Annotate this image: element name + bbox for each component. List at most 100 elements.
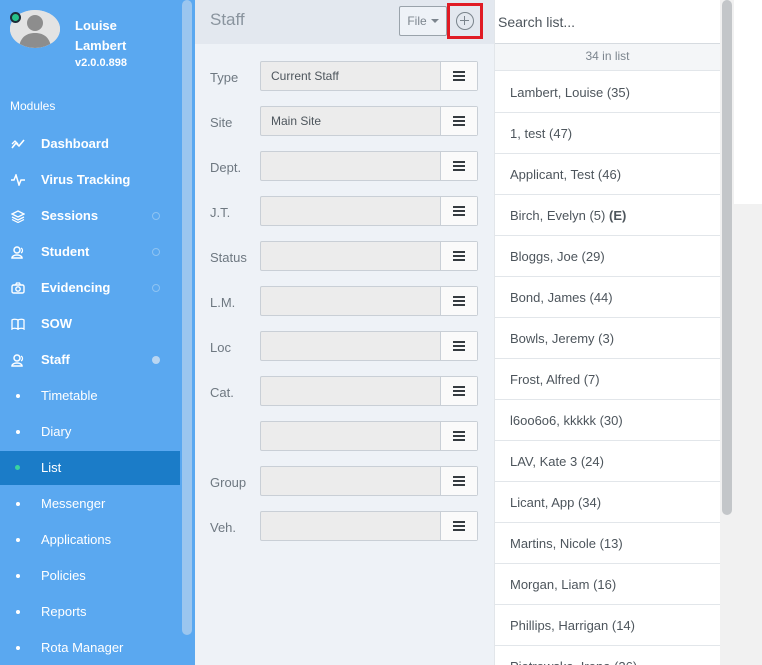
sidebar-scrollbar-thumb[interactable] (182, 0, 192, 635)
filter-select[interactable] (260, 376, 478, 406)
list-item-name: l6oo6o6, kkkkk (30) (510, 413, 623, 428)
list-item[interactable]: Lambert, Louise (35) (495, 72, 720, 113)
sidebar-subitem-timetable[interactable]: Timetable (0, 379, 180, 413)
add-staff-button[interactable] (447, 3, 483, 39)
filter-options-button[interactable] (440, 242, 477, 270)
list-scrollbar-thumb[interactable] (722, 0, 732, 515)
list-item-text: Bowls, Jeremy (3) (510, 331, 614, 346)
file-menu-button[interactable]: File (399, 6, 447, 36)
list-item-name: Phillips, Harrigan (14) (510, 618, 635, 633)
bullet-icon (16, 394, 20, 398)
list-item-text: Piotrowska, Irena (26) (510, 659, 637, 665)
list-item[interactable]: Licant, App (34) (495, 482, 720, 523)
list-item[interactable]: 1, test (47) (495, 113, 720, 154)
list-item-text: Frost, Alfred (7) (510, 372, 600, 387)
filter-options-button[interactable] (440, 332, 477, 360)
list-item[interactable]: LAV, Kate 3 (24) (495, 441, 720, 482)
filter-select[interactable] (260, 331, 478, 361)
list-item-name: Morgan, Liam (16) (510, 577, 617, 592)
filter-select[interactable] (260, 511, 478, 541)
list-item-text: Lambert, Louise (35) (510, 85, 630, 100)
list-item[interactable]: Bond, James (44) (495, 277, 720, 318)
filter-options-button[interactable] (440, 62, 477, 90)
sidebar-item-label: SOW (41, 316, 73, 331)
chart-line-icon (11, 137, 25, 151)
sidebar-subitem-applications[interactable]: Applications (0, 523, 180, 557)
list-item[interactable]: Morgan, Liam (16) (495, 564, 720, 605)
list-item[interactable]: l6oo6o6, kkkkk (30) (495, 400, 720, 441)
list-item[interactable]: Bloggs, Joe (29) (495, 236, 720, 277)
list-item[interactable]: Frost, Alfred (7) (495, 359, 720, 400)
sidebar-item-staff[interactable]: Staff (0, 343, 180, 377)
list-item[interactable]: Birch, Evelyn (5) (E) (495, 195, 720, 236)
filter-options-button[interactable] (440, 197, 477, 225)
list-item-name: LAV, Kate 3 (24) (510, 454, 604, 469)
sidebar-item-dashboard[interactable]: Dashboard (0, 127, 180, 161)
filter-options-button[interactable] (440, 467, 477, 495)
filter-options-button[interactable] (440, 377, 477, 405)
filter-select[interactable] (260, 286, 478, 316)
list-item[interactable]: Applicant, Test (46) (495, 154, 720, 195)
filter-select[interactable] (260, 151, 478, 181)
bullet-icon (16, 574, 20, 578)
search-input[interactable] (495, 0, 720, 44)
filter-options-button[interactable] (440, 152, 477, 180)
caret-down-icon (430, 19, 439, 23)
sidebar-subitem-rota-manager[interactable]: Rota Manager (0, 631, 180, 665)
right-blank-area (734, 0, 762, 204)
list-item-name: Applicant, Test (46) (510, 167, 622, 182)
list-item-text: LAV, Kate 3 (24) (510, 454, 604, 469)
field-label: Veh. (210, 520, 237, 535)
sidebar-item-label: Sessions (41, 208, 99, 223)
menu-lines-icon (453, 116, 465, 126)
filter-select[interactable] (260, 466, 478, 496)
sidebar-item-label: Dashboard (41, 136, 109, 151)
list-item-name: Birch, Evelyn (5) (510, 208, 606, 223)
page-title: Staff (210, 10, 245, 29)
sidebar-item-label: Virus Tracking (41, 172, 131, 187)
sidebar-item-evidencing[interactable]: Evidencing (0, 271, 180, 305)
sidebar-subitem-label: Diary (41, 424, 72, 439)
filter-options-button[interactable] (440, 287, 477, 315)
sidebar-subitem-reports[interactable]: Reports (0, 595, 180, 629)
sidebar-item-virus-tracking[interactable]: Virus Tracking (0, 163, 180, 197)
field-label: Status (210, 250, 247, 265)
sidebar-item-sow[interactable]: SOW (0, 307, 180, 341)
sidebar-item-sessions[interactable]: Sessions (0, 199, 180, 233)
list-item-text: Martins, Nicole (13) (510, 536, 623, 551)
sidebar-subitem-diary[interactable]: Diary (0, 415, 180, 449)
filter-select[interactable] (260, 421, 478, 451)
filter-select[interactable]: Current Staff (260, 61, 478, 91)
list-item-tag: (E) (609, 208, 627, 223)
camera-icon (11, 281, 25, 295)
list-count: 34 in list (495, 44, 720, 71)
filter-select[interactable] (260, 241, 478, 271)
sidebar-subitem-messenger[interactable]: Messenger (0, 487, 180, 521)
list-item-name: Piotrowska, Irena (26) (510, 659, 637, 665)
sidebar-item-label: Evidencing (41, 280, 111, 295)
expand-indicator-dot (152, 356, 160, 364)
filter-panel: Staff File Type Current Staff Site Main Sit… (195, 0, 494, 665)
list-item-text: 1, test (47) (510, 126, 572, 141)
list-item-text: l6oo6o6, kkkkk (30) (510, 413, 623, 428)
filter-options-button[interactable] (440, 107, 477, 135)
list-item[interactable]: Piotrowska, Irena (26) (495, 646, 720, 665)
sidebar-subitem-list[interactable]: List (0, 451, 180, 485)
filter-options-button[interactable] (440, 512, 477, 540)
users-icon (11, 353, 25, 367)
filter-select[interactable]: Main Site (260, 106, 478, 136)
bullet-icon (16, 646, 20, 650)
list-item[interactable]: Bowls, Jeremy (3) (495, 318, 720, 359)
filter-options-button[interactable] (440, 422, 477, 450)
sidebar-subitem-policies[interactable]: Policies (0, 559, 180, 593)
sidebar-item-student[interactable]: Student (0, 235, 180, 269)
bullet-icon (16, 502, 20, 506)
expand-indicator-dot (152, 212, 160, 220)
online-status-dot (10, 12, 21, 23)
user-profile[interactable]: Louise Lambert v2.0.0.898 (0, 0, 180, 86)
list-item[interactable]: Phillips, Harrigan (14) (495, 605, 720, 646)
menu-lines-icon (453, 296, 465, 306)
field-label: Site (210, 115, 233, 130)
list-item[interactable]: Martins, Nicole (13) (495, 523, 720, 564)
filter-select[interactable] (260, 196, 478, 226)
